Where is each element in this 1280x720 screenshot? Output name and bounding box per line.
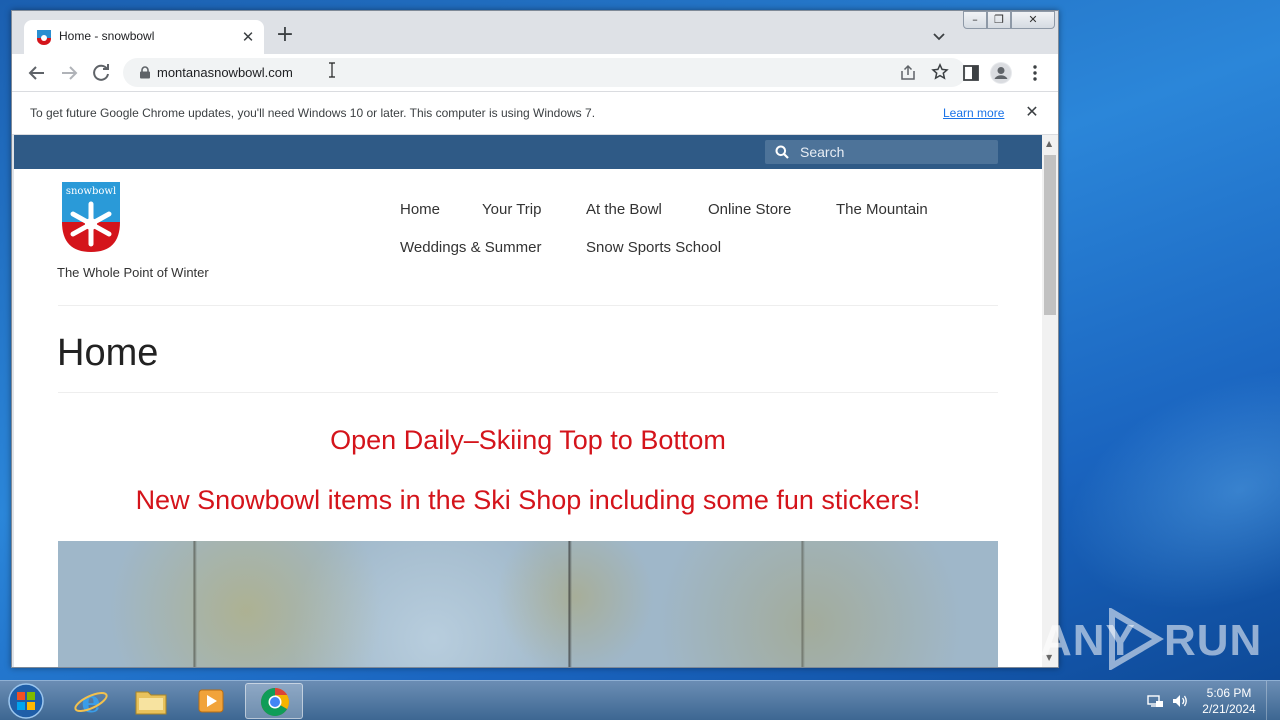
tab-title: Home - snowbowl <box>59 29 155 43</box>
folder-icon <box>135 691 167 715</box>
nav-weddings-summer[interactable]: Weddings & Summer <box>400 239 541 256</box>
update-infobar: To get future Google Chrome updates, you… <box>12 91 1058 135</box>
tab-home-snowbowl[interactable]: Home - snowbowl ✕ <box>24 20 264 54</box>
show-desktop-button[interactable] <box>1266 681 1280 720</box>
header-divider <box>58 305 998 306</box>
close-window-button[interactable]: ✕ <box>1011 11 1055 29</box>
infobar-message: To get future Google Chrome updates, you… <box>30 106 596 120</box>
lock-icon[interactable] <box>139 66 151 79</box>
browser-toolbar: montanasnowbowl.com <box>12 54 1058 91</box>
title-divider <box>58 392 998 393</box>
minimize-button[interactable]: – <box>963 11 987 29</box>
network-tray-icon[interactable] <box>1146 692 1164 710</box>
watermark-play-icon <box>1109 608 1164 670</box>
new-tab-plus-icon[interactable]: + <box>274 24 296 47</box>
media-player-icon <box>198 689 224 713</box>
site-search-input[interactable]: Search <box>765 140 998 164</box>
notice-ski-shop: New Snowbowl items in the Ski Shop inclu… <box>135 485 921 515</box>
site-top-bar: Search <box>14 135 1042 169</box>
scroll-up-arrow-icon[interactable]: ▲ <box>1046 139 1052 148</box>
page-scrollbar[interactable]: ▲ ▼ <box>1042 135 1058 667</box>
anyrun-watermark: ANY RUN <box>1040 606 1261 672</box>
search-icon <box>775 145 789 159</box>
learn-more-link[interactable]: Learn more <box>943 106 1004 120</box>
chrome-window: Home - snowbowl ✕ + – ❐ ✕ montanasnowbow… <box>11 10 1059 668</box>
clock-date: 2/21/2024 <box>1202 702 1256 716</box>
nav-snow-sports-school[interactable]: Snow Sports School <box>586 239 721 256</box>
taskbar-internet-explorer[interactable]: e <box>62 683 120 720</box>
clock-time: 5:06 PM <box>1206 686 1252 700</box>
internet-explorer-icon: e <box>74 685 108 720</box>
share-icon[interactable] <box>899 64 917 82</box>
menu-kebab-icon[interactable] <box>1025 63 1045 83</box>
tab-strip: Home - snowbowl ✕ + – ❐ ✕ <box>12 11 1058 54</box>
chrome-icon <box>261 688 289 716</box>
system-clock[interactable]: 5:06 PM 2/21/2024 <box>1196 685 1262 717</box>
svg-text:e: e <box>81 685 100 719</box>
snowbowl-favicon-icon <box>37 30 51 45</box>
nav-your-trip[interactable]: Your Trip <box>482 201 541 218</box>
nav-at-the-bowl[interactable]: At the Bowl <box>586 201 662 218</box>
side-panel-icon[interactable] <box>961 63 981 83</box>
page-title: Home <box>57 332 159 374</box>
site-tagline: The Whole Point of Winter <box>57 265 209 280</box>
windows-start-button-icon[interactable] <box>4 682 48 720</box>
page-viewport: Search snowbowl The Whole Point of Winte… <box>14 135 1042 667</box>
windows-taskbar: e 5:06 PM 2/21/2024 <box>0 680 1280 720</box>
profile-avatar-icon[interactable] <box>990 62 1012 84</box>
watermark-right-text: RUN <box>1164 616 1263 665</box>
logo-text: snowbowl <box>66 186 116 197</box>
reload-icon[interactable] <box>89 61 113 85</box>
hero-image <box>58 541 998 667</box>
nav-online-store[interactable]: Online Store <box>708 201 791 218</box>
snowbowl-logo[interactable]: snowbowl <box>62 182 120 252</box>
address-bar[interactable]: montanasnowbowl.com <box>123 58 966 87</box>
maximize-button[interactable]: ❐ <box>987 11 1011 29</box>
tab-close-icon[interactable]: ✕ <box>238 27 258 47</box>
scrollbar-thumb[interactable] <box>1044 155 1056 315</box>
taskbar-chrome[interactable] <box>245 683 303 719</box>
nav-home[interactable]: Home <box>400 201 440 218</box>
notice-open-daily: Open Daily–Skiing Top to Bottom <box>330 425 726 455</box>
forward-arrow-icon[interactable] <box>57 61 81 85</box>
infobar-close-icon[interactable]: ✕ <box>1023 103 1041 121</box>
taskbar-file-explorer[interactable] <box>122 683 180 719</box>
volume-tray-icon[interactable] <box>1171 692 1189 710</box>
nav-the-mountain[interactable]: The Mountain <box>836 201 928 218</box>
url-text[interactable]: montanasnowbowl.com <box>157 65 293 80</box>
text-cursor-icon <box>329 62 335 78</box>
tab-search-chevron-icon[interactable] <box>930 27 948 45</box>
bookmark-star-icon[interactable] <box>931 63 949 81</box>
search-placeholder: Search <box>800 144 845 160</box>
back-arrow-icon[interactable] <box>25 61 49 85</box>
taskbar-media-player[interactable] <box>182 683 240 719</box>
